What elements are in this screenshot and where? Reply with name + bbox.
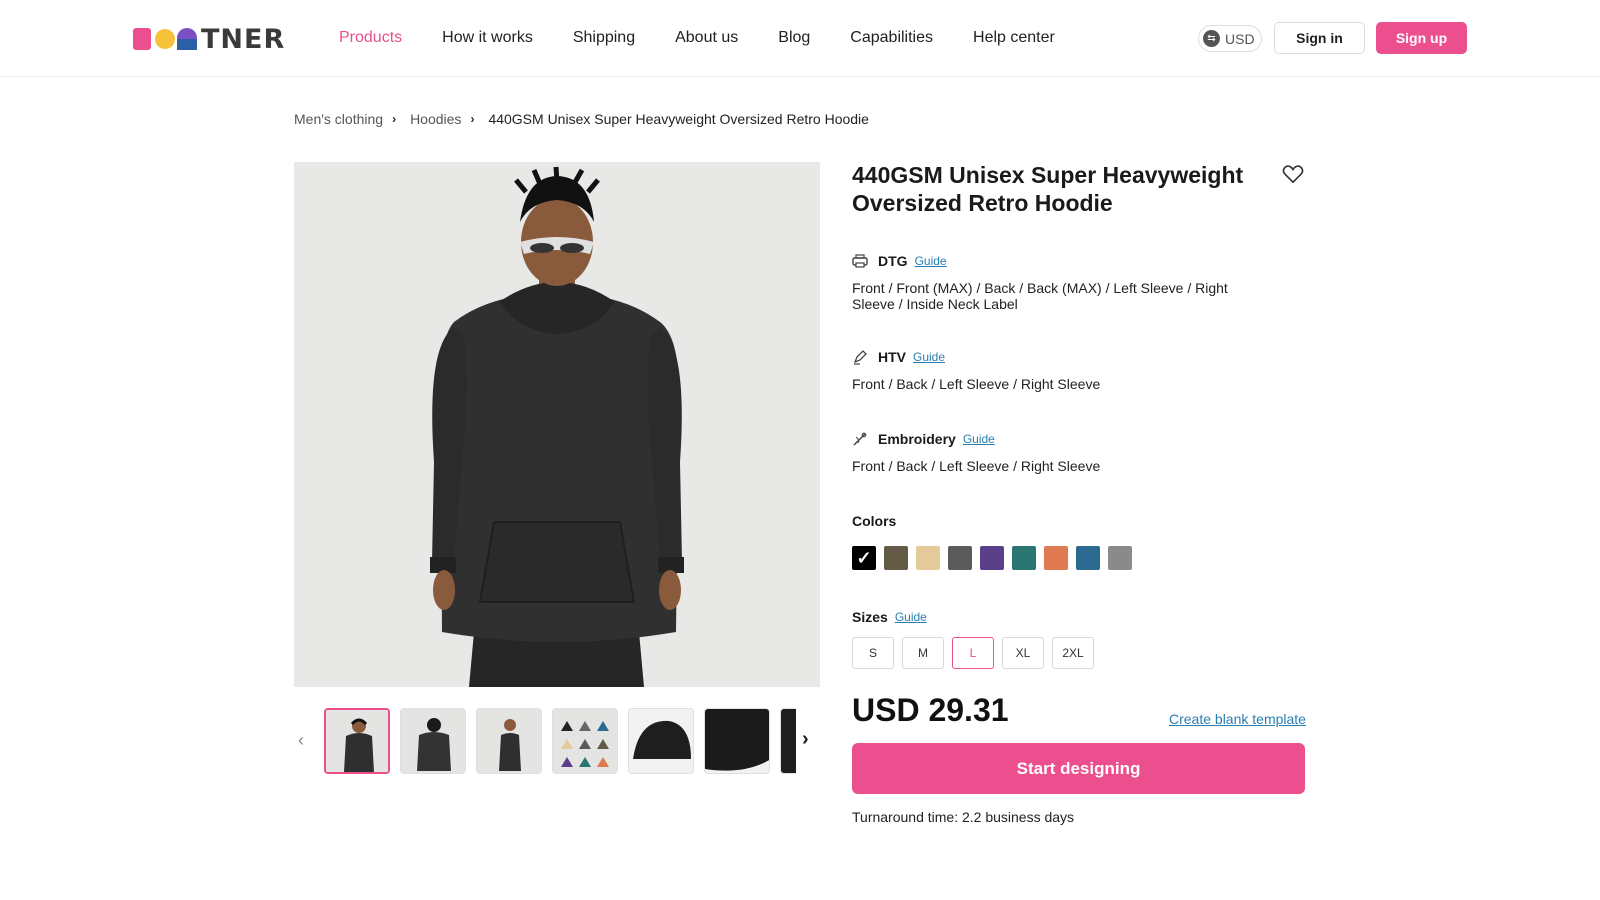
color-swatch[interactable] [916,546,940,570]
thumbnail-5[interactable] [628,708,694,774]
method-name: HTV [878,349,906,365]
method-name: DTG [878,253,908,269]
currency-swap-icon: ⇆ [1203,30,1220,47]
method-placements: Front / Back / Left Sleeve / Right Sleev… [852,376,1101,392]
thumbnail-3[interactable] [476,708,542,774]
color-swatch[interactable] [980,546,1004,570]
chevron-right-icon: › [392,112,397,126]
breadcrumb-hoodies[interactable]: Hoodies [410,111,461,127]
size-option[interactable]: 2XL [1052,637,1094,669]
logo-text: TNER [201,23,286,55]
hoodie-model-illustration [294,162,820,687]
method-placements: Front / Back / Left Sleeve / Right Sleev… [852,458,1101,474]
breadcrumb-mens-clothing[interactable]: Men's clothing [294,111,383,127]
needle-icon [853,432,867,446]
thumbnail-1[interactable] [324,708,390,774]
color-swatch[interactable] [1044,546,1068,570]
size-option[interactable]: M [902,637,944,669]
heart-icon[interactable] [1282,164,1304,184]
printer-icon [852,254,868,268]
color-swatch[interactable] [884,546,908,570]
size-option[interactable]: XL [1002,637,1044,669]
thumbnail-hoodie-back-image [401,709,465,773]
nav-blog[interactable]: Blog [778,27,810,49]
pen-icon [853,350,867,365]
thumbnail-6[interactable] [704,708,770,774]
currency-label: USD [1225,30,1255,47]
print-method-embroidery: Embroidery Guide Front / Back / Left Sle… [852,430,1247,474]
color-swatch[interactable] [948,546,972,570]
color-swatch[interactable] [1108,546,1132,570]
nav-help-center[interactable]: Help center [973,27,1055,49]
sign-up-button[interactable]: Sign up [1376,22,1467,54]
sizes-guide-link[interactable]: Guide [895,610,927,624]
start-designing-button[interactable]: Start designing [852,743,1305,794]
product-main-image[interactable] [294,162,820,687]
turnaround-time: Turnaround time: 2.2 business days [852,809,1075,825]
thumbnail-7[interactable] [780,708,796,774]
product-price: USD 29.31 [852,692,1009,728]
logo-purple-mark [177,28,197,50]
nav-shipping[interactable]: Shipping [573,27,635,49]
nav-about-us[interactable]: About us [675,27,738,49]
size-option[interactable]: S [852,637,894,669]
thumbnail-hood-detail-image [629,709,693,773]
size-option[interactable]: L [952,637,994,669]
method-placements: Front / Front (MAX) / Back / Back (MAX) … [852,280,1228,312]
logo-yellow-mark [155,29,175,49]
currency-selector[interactable]: ⇆ USD [1198,25,1262,52]
nav-products[interactable]: Products [339,27,402,49]
nav-how-it-works[interactable]: How it works [442,27,533,49]
main-nav: Products How it works Shipping About us … [339,27,1095,49]
thumbnail-fabric-detail-image [705,709,769,773]
thumbnail-extra-image [781,709,796,773]
htv-guide-link[interactable]: Guide [913,350,945,364]
colors-label: Colors [852,513,897,529]
thumbnail-color-grid-image [553,709,617,773]
thumbnail-prev-arrow[interactable]: ‹ [298,730,304,751]
site-header: TNER Products How it works Shipping Abou… [0,0,1600,77]
nav-capabilities[interactable]: Capabilities [850,27,933,49]
embroidery-guide-link[interactable]: Guide [963,432,995,446]
thumbnail-2[interactable] [400,708,466,774]
color-swatches [852,546,1140,570]
chevron-right-icon: › [470,112,475,126]
create-blank-template-link[interactable]: Create blank template [1169,711,1306,727]
size-options: S M L XL 2XL [852,637,1102,669]
thumbnail-hoodie-side-image [477,709,541,773]
sizes-label: Sizes [852,609,888,625]
thumbnail-strip [324,708,796,774]
breadcrumb: Men's clothing › Hoodies › 440GSM Unisex… [294,111,869,127]
breadcrumb-current: 440GSM Unisex Super Heavyweight Oversize… [488,111,869,127]
logo[interactable]: TNER [133,23,286,55]
method-name: Embroidery [878,431,956,447]
print-method-htv: HTV Guide Front / Back / Left Sleeve / R… [852,348,1247,392]
color-swatch[interactable] [1012,546,1036,570]
logo-pink-mark [133,28,151,50]
print-method-dtg: DTG Guide Front / Front (MAX) / Back / B… [852,252,1247,312]
thumbnail-hoodie-front-image [326,710,388,772]
sizes-header: Sizes Guide [852,609,927,625]
color-swatch[interactable] [1076,546,1100,570]
product-title: 440GSM Unisex Super Heavyweight Oversize… [852,162,1244,216]
thumbnail-4[interactable] [552,708,618,774]
sign-in-button[interactable]: Sign in [1274,22,1365,54]
thumbnail-next-arrow[interactable]: › [802,728,809,751]
color-swatch[interactable] [852,546,876,570]
dtg-guide-link[interactable]: Guide [915,254,947,268]
